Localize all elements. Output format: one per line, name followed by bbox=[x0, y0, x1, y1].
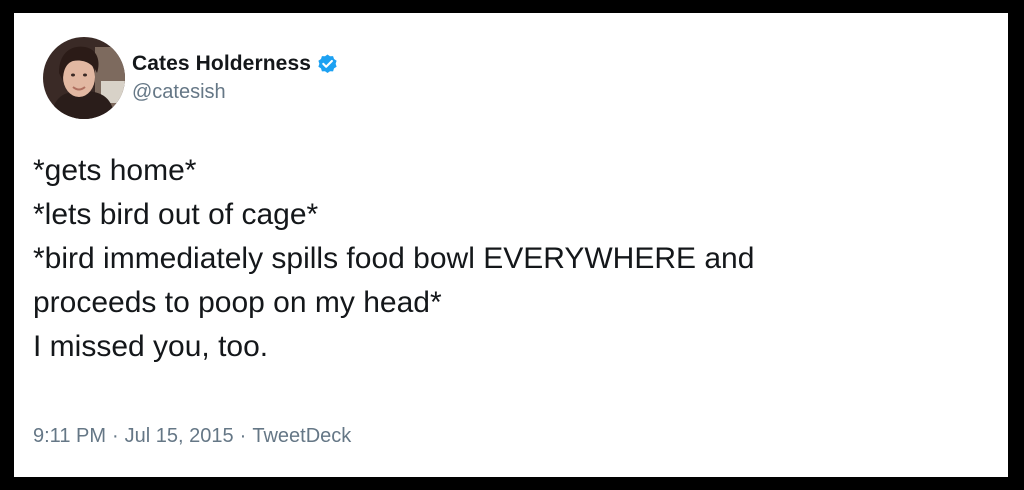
meta-separator: · bbox=[239, 425, 247, 447]
avatar[interactable] bbox=[43, 37, 125, 119]
tweet-line: *gets home* bbox=[33, 154, 197, 187]
tweet-line: *lets bird out of cage* bbox=[33, 198, 319, 231]
tweet-source[interactable]: TweetDeck bbox=[252, 425, 351, 448]
tweet-time[interactable]: 9:11 PM bbox=[33, 425, 106, 448]
tweet-text: *gets home* *lets bird out of cage* *bir… bbox=[33, 149, 993, 369]
tweet-date[interactable]: Jul 15, 2015 bbox=[125, 425, 234, 448]
tweet-line: proceeds to poop on my head* bbox=[33, 286, 442, 319]
tweet-line: I missed you, too. bbox=[33, 330, 269, 363]
author-handle[interactable]: @catesish bbox=[132, 81, 339, 104]
avatar-photo-icon bbox=[43, 37, 125, 119]
verified-badge-icon bbox=[316, 53, 339, 76]
tweet-card: Cates Holderness @catesish *gets home* *… bbox=[14, 13, 1008, 477]
image-frame: Cates Holderness @catesish *gets home* *… bbox=[0, 0, 1024, 490]
tweet-meta: 9:11 PM · Jul 15, 2015 · TweetDeck bbox=[33, 425, 351, 448]
author-name-row: Cates Holderness bbox=[132, 49, 339, 79]
tweet-author: Cates Holderness @catesish bbox=[132, 49, 339, 104]
author-display-name[interactable]: Cates Holderness bbox=[132, 52, 311, 76]
tweet-line: *bird immediately spills food bowl EVERY… bbox=[33, 242, 755, 275]
meta-separator: · bbox=[112, 425, 119, 447]
